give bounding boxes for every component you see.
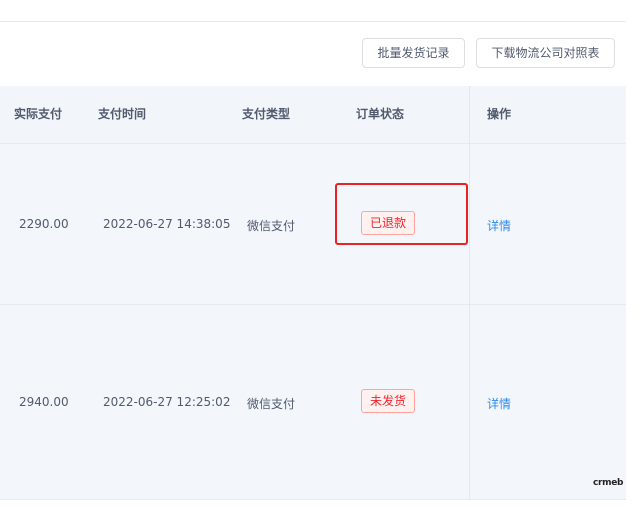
- pay-type: 微信支付: [247, 397, 296, 411]
- details-link[interactable]: 详情: [487, 217, 511, 234]
- download-logistics-table-button[interactable]: 下载物流公司对照表: [476, 38, 615, 68]
- paid-amount: 2290.00: [19, 217, 69, 231]
- pay-time: 2022-06-27 12:25:02: [103, 395, 231, 409]
- pay-type: 微信支付: [247, 219, 296, 233]
- bottom-strip: [0, 500, 626, 518]
- column-header-pay-type: 支付类型: [242, 107, 291, 121]
- top-strip: [0, 0, 626, 22]
- column-header-pay-time: 支付时间: [98, 107, 147, 121]
- batch-ship-records-button[interactable]: 批量发货记录: [362, 38, 465, 68]
- orders-table: 实际支付 支付时间 支付类型 订单状态 操作 2290.00 2022-06-2…: [0, 86, 626, 500]
- table-row: 2290.00 2022-06-27 14:38:05 微信支付 已退款 详情: [0, 143, 626, 305]
- table-header: 实际支付 支付时间 支付类型 订单状态 操作: [0, 86, 626, 143]
- column-header-actions: 操作: [487, 107, 512, 121]
- column-header-paid: 实际支付: [14, 107, 63, 121]
- details-link[interactable]: 详情: [487, 395, 511, 412]
- fixed-column-divider: [469, 86, 470, 500]
- order-status-badge: 未发货: [361, 389, 416, 413]
- scrollbar-track[interactable]: [626, 0, 640, 518]
- highlight-box: [335, 183, 468, 245]
- watermark-logo: crmeb: [593, 478, 624, 488]
- table-row: 2940.00 2022-06-27 12:25:02 微信支付 未发货 详情: [0, 305, 626, 500]
- column-header-order-status: 订单状态: [356, 107, 405, 121]
- toolbar: 批量发货记录 下载物流公司对照表: [0, 22, 626, 86]
- pay-time: 2022-06-27 14:38:05: [103, 217, 231, 231]
- paid-amount: 2940.00: [19, 395, 69, 409]
